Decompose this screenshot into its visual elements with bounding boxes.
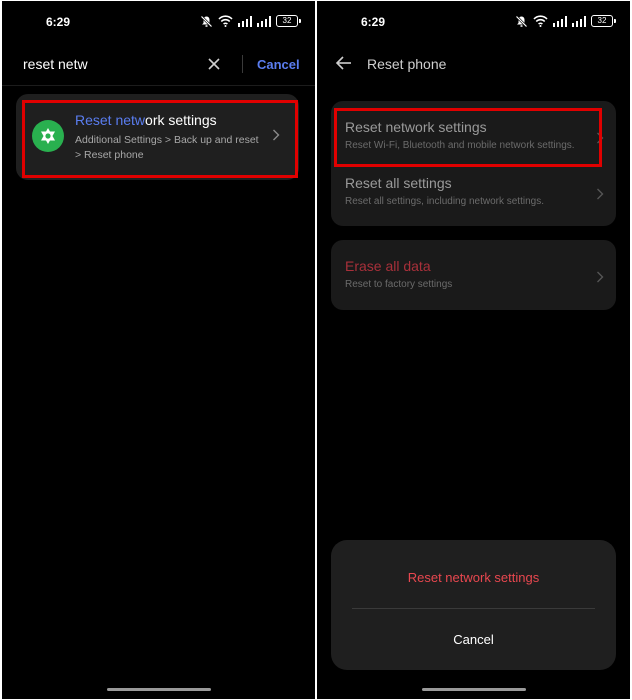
confirm-reset-button[interactable]: Reset network settings	[331, 570, 616, 585]
item-title: Reset network settings	[345, 119, 487, 135]
status-icons: 32	[200, 14, 301, 28]
reset-all-settings-item[interactable]: Reset all settings Reset all settings, i…	[331, 165, 616, 221]
status-time: 6:29	[361, 15, 386, 29]
item-subtitle: Reset to factory settings	[345, 279, 453, 290]
signal-icon	[572, 15, 586, 27]
erase-data-group: Erase all data Reset to factory settings	[331, 240, 616, 310]
chevron-right-icon	[597, 132, 604, 144]
item-subtitle: Reset Wi-Fi, Bluetooth and mobile networ…	[345, 140, 575, 151]
result-title-rest: ork settings	[145, 112, 217, 128]
close-icon[interactable]	[205, 55, 223, 73]
chevron-right-icon	[597, 271, 604, 283]
confirm-sheet: Reset network settings Cancel	[331, 540, 616, 670]
bell-mute-icon	[515, 15, 528, 27]
reset-options-group: Reset network settings Reset Wi-Fi, Blue…	[331, 101, 616, 226]
result-title-highlight: Reset netw	[75, 112, 146, 128]
search-result-reset-network[interactable]: Reset network settings Additional Settin…	[16, 94, 299, 180]
battery-level: 32	[276, 15, 298, 27]
page-title: Reset phone	[367, 56, 447, 72]
home-indicator	[421, 688, 526, 691]
signal-icon	[257, 15, 271, 27]
chevron-right-icon	[273, 129, 280, 141]
wifi-icon	[218, 15, 233, 27]
battery-level: 32	[591, 15, 613, 27]
item-title: Erase all data	[345, 258, 431, 274]
erase-all-data-item[interactable]: Erase all data Reset to factory settings	[331, 248, 616, 304]
battery-icon: 32	[276, 15, 301, 27]
home-indicator	[106, 688, 211, 691]
gear-icon	[32, 120, 64, 152]
cancel-button[interactable]: Cancel	[257, 57, 300, 72]
signal-icon	[553, 15, 567, 27]
divider	[352, 608, 595, 609]
signal-icon	[238, 15, 252, 27]
status-bar: 6:29 32	[2, 1, 315, 45]
result-title: Reset network settings	[75, 112, 217, 128]
search-input[interactable]: reset netw	[23, 56, 88, 72]
battery-icon: 32	[591, 15, 616, 27]
back-arrow-icon[interactable]	[335, 55, 353, 71]
reset-phone-screen: 6:29 32 Reset phone Reset network settin…	[317, 1, 630, 699]
result-breadcrumb: Additional Settings > Back up and reset …	[75, 134, 259, 161]
divider	[2, 85, 315, 86]
status-time: 6:29	[46, 15, 71, 29]
item-subtitle: Reset all settings, including network se…	[345, 196, 544, 207]
cancel-button[interactable]: Cancel	[331, 632, 616, 647]
divider	[242, 55, 243, 73]
bell-mute-icon	[200, 15, 213, 27]
status-bar: 6:29 32	[317, 1, 630, 45]
wifi-icon	[533, 15, 548, 27]
status-icons: 32	[515, 14, 616, 28]
item-title: Reset all settings	[345, 175, 452, 191]
chevron-right-icon	[597, 188, 604, 200]
reset-network-settings-item[interactable]: Reset network settings Reset Wi-Fi, Blue…	[331, 109, 616, 165]
search-screen: 6:29 32 reset netw Cancel Reset network …	[2, 1, 315, 699]
